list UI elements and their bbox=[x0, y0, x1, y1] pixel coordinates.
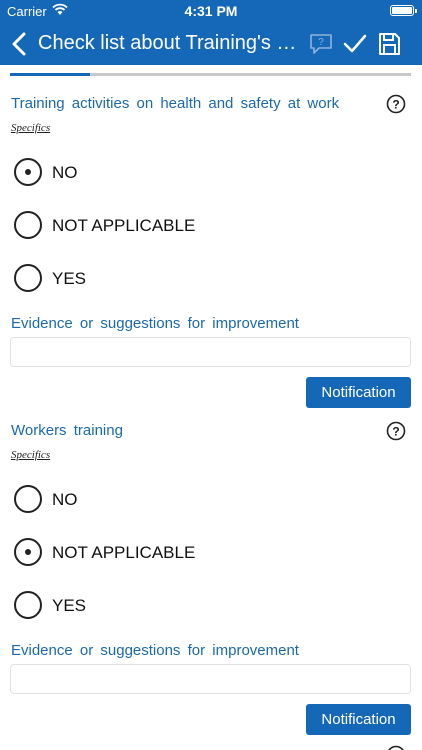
help-icon[interactable]: ? bbox=[386, 94, 406, 114]
option-yes[interactable]: YES bbox=[14, 264, 264, 294]
page-title: Check list about Training's p... bbox=[38, 32, 303, 54]
battery-icon bbox=[390, 5, 417, 16]
option-not-applicable[interactable]: NOT APPLICABLE bbox=[14, 211, 264, 241]
radio-selected-dot bbox=[25, 169, 31, 175]
app-header: Carrier 4:31 PM Check list about Trainin… bbox=[0, 0, 422, 65]
radio-button[interactable] bbox=[14, 264, 42, 292]
progress-fill bbox=[10, 73, 91, 76]
option-label: NO bbox=[52, 490, 78, 509]
option-no[interactable]: NO bbox=[14, 158, 264, 188]
svg-text:?: ? bbox=[392, 98, 399, 112]
option-yes[interactable]: YES bbox=[14, 591, 264, 621]
option-label: YES bbox=[52, 269, 87, 288]
radio-button[interactable] bbox=[14, 211, 42, 239]
radio-button[interactable] bbox=[14, 538, 42, 566]
option-not-applicable[interactable]: NOT APPLICABLE bbox=[14, 538, 264, 568]
evidence-label: Evidence or suggestions for improvement bbox=[11, 315, 299, 332]
radio-button[interactable] bbox=[14, 485, 42, 513]
status-bar: Carrier 4:31 PM bbox=[0, 0, 422, 22]
svg-text:?: ? bbox=[392, 425, 399, 439]
evidence-input[interactable] bbox=[10, 664, 411, 694]
specifics-link[interactable]: Specifics bbox=[11, 122, 50, 134]
svg-text:?: ? bbox=[318, 37, 324, 48]
option-label: YES bbox=[52, 596, 87, 615]
notification-button[interactable]: Notification bbox=[306, 377, 411, 408]
nav-bar: Check list about Training's p... ? bbox=[0, 22, 422, 65]
back-chevron-icon[interactable] bbox=[8, 30, 32, 58]
question-title: Workers training bbox=[11, 422, 123, 439]
option-no[interactable]: NO bbox=[14, 485, 264, 515]
question-title: Training activities on health and safety… bbox=[11, 95, 340, 112]
option-label: NO bbox=[52, 163, 78, 182]
help-icon[interactable] bbox=[386, 745, 406, 750]
radio-selected-dot bbox=[25, 549, 31, 555]
radio-button[interactable] bbox=[14, 158, 42, 186]
notification-button[interactable]: Notification bbox=[306, 704, 411, 735]
checkmark-icon[interactable] bbox=[342, 31, 368, 57]
progress-bar bbox=[10, 73, 411, 76]
help-icon[interactable]: ? bbox=[386, 421, 406, 441]
clock: 4:31 PM bbox=[184, 3, 238, 19]
radio-button[interactable] bbox=[14, 591, 42, 619]
option-label: NOT APPLICABLE bbox=[52, 543, 196, 562]
save-icon[interactable] bbox=[376, 31, 402, 57]
evidence-input[interactable] bbox=[10, 337, 411, 367]
specifics-link[interactable]: Specifics bbox=[11, 449, 50, 461]
evidence-label: Evidence or suggestions for improvement bbox=[11, 642, 299, 659]
option-label: NOT APPLICABLE bbox=[52, 216, 196, 235]
comment-question-icon[interactable]: ? bbox=[308, 31, 334, 57]
